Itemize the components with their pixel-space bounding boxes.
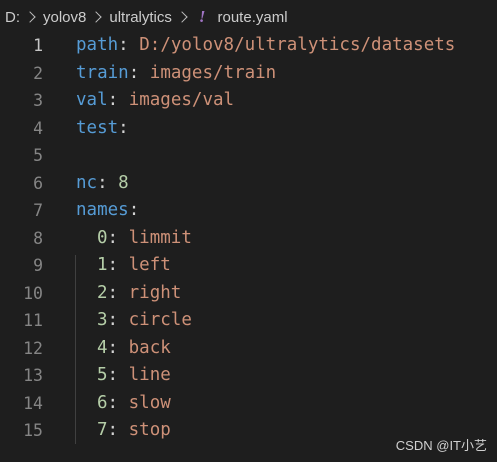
line-number: 7 — [33, 201, 43, 220]
line-number: 6 — [33, 173, 43, 193]
line-content: names: — [76, 197, 139, 225]
line-number: 15 — [23, 421, 43, 440]
indent-guide — [75, 255, 76, 444]
name-index: 0 — [97, 227, 108, 248]
yaml-value: D:/yolov8/ultralytics/datasets — [139, 35, 456, 55]
yaml-key: test — [76, 117, 119, 138]
name-label: circle — [128, 310, 192, 330]
yaml-number: 8 — [118, 172, 129, 193]
line-number: 1 — [33, 36, 43, 55]
breadcrumb: D: yolov8 ultralytics ! route.yaml — [0, 0, 497, 34]
colon: : — [107, 310, 119, 330]
code-line: 1 path: D:/yolov8/ultralytics/datasets — [0, 32, 497, 60]
line-number: 2 — [33, 63, 43, 83]
code-line: 7 names: — [0, 197, 497, 225]
line-content: nc: 8 — [76, 170, 129, 198]
line-number: 5 — [33, 146, 43, 165]
name-index: 5 — [97, 365, 108, 385]
line-content: train: images/train — [76, 60, 276, 88]
breadcrumb-item-yolov8[interactable]: yolov8 — [43, 9, 86, 26]
colon: : — [107, 365, 119, 385]
chevron-right-icon — [24, 11, 36, 23]
line-content: path: D:/yolov8/ultralytics/datasets — [76, 32, 455, 60]
line-number: 9 — [33, 256, 43, 275]
yaml-key: nc — [76, 172, 98, 193]
name-label: stop — [128, 420, 171, 440]
name-index: 4 — [97, 337, 108, 358]
code-line: 4 test: — [0, 115, 497, 143]
line-content: val: images/val — [76, 87, 234, 115]
yaml-value: images/val — [128, 90, 235, 110]
watermark: CSDN @IT小艺 — [395, 438, 487, 453]
yaml-key: names — [76, 200, 129, 220]
name-label: slow — [128, 392, 171, 413]
yaml-key: path — [76, 35, 119, 55]
line-number: 11 — [23, 311, 43, 330]
name-label: left — [128, 255, 171, 275]
code-line: 3 val: images/val — [0, 87, 497, 115]
colon: : — [128, 62, 140, 83]
line-content: 2: right — [97, 280, 181, 308]
line-content: 5: line — [97, 362, 171, 390]
colon: : — [107, 337, 119, 358]
name-index: 6 — [97, 392, 108, 413]
chevron-right-icon — [90, 11, 103, 23]
yaml-key: train — [76, 62, 129, 83]
line-number: 4 — [33, 118, 43, 138]
colon: : — [107, 420, 119, 440]
colon: : — [97, 172, 108, 193]
colon: : — [107, 90, 119, 110]
name-index: 7 — [97, 420, 108, 440]
breadcrumb-item-file[interactable]: route.yaml — [218, 9, 288, 26]
colon: : — [107, 255, 119, 275]
line-content: 6: slow — [97, 390, 171, 418]
colon: : — [107, 392, 119, 413]
colon: : — [128, 200, 140, 220]
code-line: 5 — [0, 142, 497, 170]
name-index: 3 — [97, 310, 108, 330]
code-line: 6 nc: 8 — [0, 170, 497, 198]
name-label: right — [128, 282, 182, 303]
breadcrumb-item-drive[interactable]: D: — [5, 9, 20, 26]
line-number: 3 — [33, 91, 43, 110]
line-content: test: — [76, 115, 129, 143]
colon: : — [107, 227, 119, 248]
line-content: 1: left — [97, 252, 171, 280]
breadcrumb-item-ultralytics[interactable]: ultralytics — [109, 9, 172, 26]
line-content: 3: circle — [97, 307, 192, 335]
line-content: 0: limmit — [97, 225, 192, 253]
code-line: 2 train: images/train — [0, 60, 497, 88]
colon: : — [107, 282, 119, 303]
line-content: 7: stop — [97, 417, 171, 445]
colon: : — [118, 117, 129, 138]
name-index: 1 — [97, 255, 108, 275]
line-number: 8 — [33, 228, 43, 248]
colon: : — [118, 35, 129, 55]
name-label: line — [128, 365, 171, 385]
line-number: 12 — [23, 338, 43, 358]
chevron-right-icon — [176, 11, 188, 23]
name-label: limmit — [128, 227, 192, 248]
name-index: 2 — [97, 282, 108, 303]
line-content: 4: back — [97, 335, 171, 363]
yaml-value: images/train — [149, 62, 277, 83]
code-line: 8 0: limmit — [0, 225, 497, 253]
yaml-key: val — [76, 90, 108, 110]
line-number: 14 — [23, 393, 43, 413]
name-label: back — [128, 337, 171, 358]
line-number: 13 — [23, 366, 43, 385]
line-number: 10 — [23, 283, 43, 303]
yaml-file-icon: ! — [198, 7, 206, 26]
